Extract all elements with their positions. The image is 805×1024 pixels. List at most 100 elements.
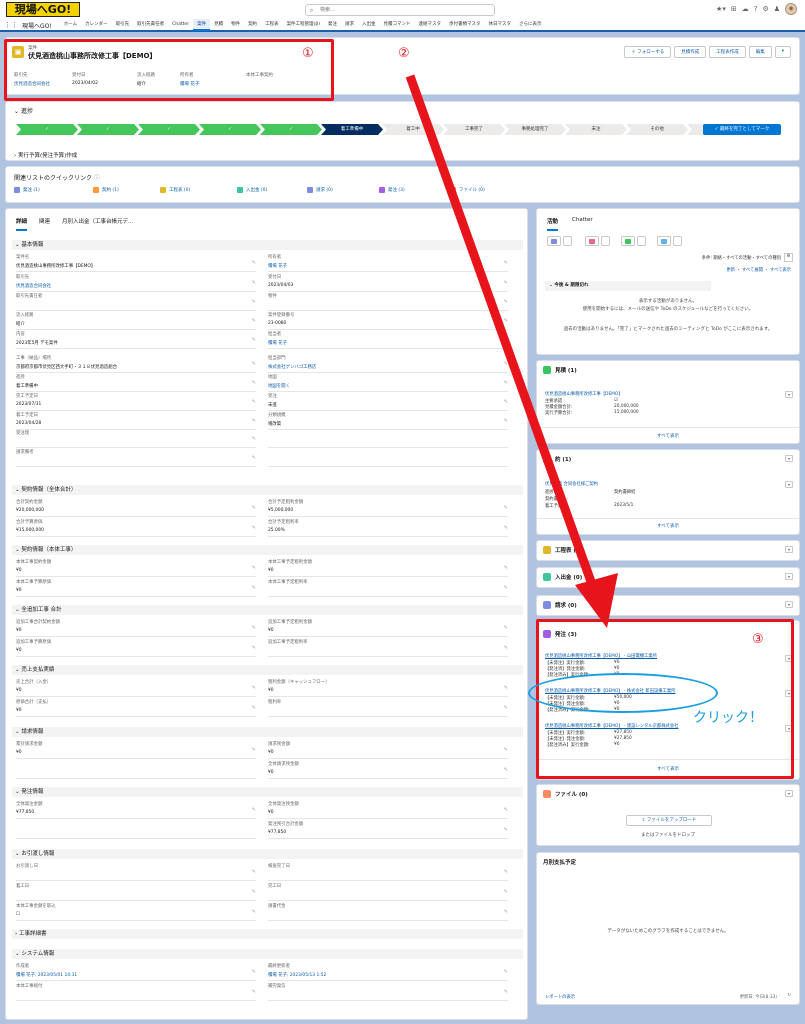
nav-item[interactable]: 請求 xyxy=(341,19,358,31)
estimate-link[interactable]: 伏見酒造桃山事務所改修工事【DEMO】 xyxy=(545,391,623,397)
nav-item[interactable]: Chatter xyxy=(168,19,193,31)
pencil-icon[interactable]: ✎ xyxy=(252,565,256,571)
section-header[interactable]: ⌄ お引渡し情報 xyxy=(12,849,523,859)
pencil-icon[interactable]: ✎ xyxy=(252,625,256,631)
avatar[interactable]: ◉ xyxy=(785,3,797,15)
pencil-icon[interactable]: ✎ xyxy=(252,361,256,367)
detail-tab[interactable]: 関連 xyxy=(39,217,50,231)
nav-item[interactable]: 契約 xyxy=(244,19,261,31)
section-header[interactable]: ⌄ 発注情報 xyxy=(12,787,523,797)
order-list-title[interactable]: 発注 (3) xyxy=(555,630,577,638)
pencil-icon[interactable]: ✎ xyxy=(252,505,256,511)
pencil-icon[interactable]: ✎ xyxy=(504,380,508,386)
path-stage[interactable]: 未注 xyxy=(565,124,627,135)
field-value[interactable]: 積場 花子 xyxy=(268,340,508,346)
quick-link[interactable]: ファイル (0) xyxy=(450,187,485,193)
pencil-icon[interactable]: ✎ xyxy=(504,565,508,571)
nav-item[interactable]: 案件 xyxy=(193,19,211,31)
list-actions-dropdown[interactable]: ▾ xyxy=(785,790,793,797)
pencil-icon[interactable]: ✎ xyxy=(504,909,508,915)
pencil-icon[interactable]: ✎ xyxy=(252,909,256,915)
pencil-icon[interactable]: ✎ xyxy=(504,399,508,405)
row-actions-dropdown[interactable]: ▾ xyxy=(785,725,793,732)
nav-item[interactable]: 発注 xyxy=(324,19,341,31)
list-actions-dropdown[interactable]: ▾ xyxy=(785,455,793,462)
chevron-down-icon[interactable] xyxy=(637,236,646,246)
app-logo[interactable]: 現場へGO! xyxy=(6,2,80,17)
quick-link[interactable]: 発注 (1) xyxy=(14,187,40,193)
field-value[interactable]: 積場 花子, 2023/05/13 1:52 xyxy=(268,972,508,978)
pencil-icon[interactable]: ✎ xyxy=(252,525,256,531)
chevron-down-icon[interactable] xyxy=(563,236,572,246)
nav-item[interactable]: 物件 xyxy=(227,19,244,31)
path-stage[interactable]: ✓ xyxy=(199,124,261,135)
record-action-button[interactable]: ▾ xyxy=(774,46,791,58)
global-search-input[interactable]: ⌕ 検索... xyxy=(305,4,495,16)
nav-item[interactable]: 取引先 xyxy=(112,19,134,31)
path-stage[interactable]: 工事完了 xyxy=(443,124,505,135)
row-actions-dropdown[interactable]: ▾ xyxy=(785,481,793,488)
path-stage[interactable]: ✓ xyxy=(77,124,139,135)
estimate-view-all[interactable]: すべて表示 xyxy=(537,433,799,439)
pencil-icon[interactable]: ✎ xyxy=(504,318,508,324)
pencil-icon[interactable]: ✎ xyxy=(504,525,508,531)
row-actions-dropdown[interactable]: ▾ xyxy=(785,391,793,398)
path-stage[interactable]: ✓ xyxy=(16,124,78,135)
section-header[interactable]: ⌄ 請求情報 xyxy=(12,727,523,737)
pencil-icon[interactable]: ✎ xyxy=(504,889,508,895)
pencil-icon[interactable]: ✎ xyxy=(504,767,508,773)
app-launcher-icon[interactable]: ⋮⋮ xyxy=(4,21,18,29)
section-header[interactable]: › 工事詳細書 xyxy=(12,929,523,939)
pencil-icon[interactable]: ✎ xyxy=(252,869,256,875)
pencil-icon[interactable]: ✎ xyxy=(504,337,508,343)
bell-icon[interactable]: ♟ xyxy=(774,5,780,13)
chevron-down-icon[interactable] xyxy=(601,236,610,246)
nav-item[interactable]: さらに表示 xyxy=(515,19,546,31)
upcoming-header[interactable]: ⌄ 今後 & 期限切れ xyxy=(545,281,711,291)
payments-list-title[interactable]: 入出金 (0) xyxy=(555,573,582,581)
pencil-icon[interactable]: ✎ xyxy=(504,989,508,995)
pencil-icon[interactable]: ✎ xyxy=(504,827,508,833)
pencil-icon[interactable]: ✎ xyxy=(252,645,256,651)
favorites-icon[interactable]: ★▾ xyxy=(716,5,726,13)
pencil-icon[interactable]: ✎ xyxy=(252,280,256,286)
field-value[interactable]: 地図を開く xyxy=(268,383,508,389)
section-header[interactable]: ⌄ 基本情報 xyxy=(12,240,523,250)
path-stage[interactable]: ✓ xyxy=(260,124,322,135)
section-header[interactable]: ⌄ 契約情報（全体合計） xyxy=(12,485,523,495)
field-value[interactable]: 積場 花子 xyxy=(268,263,508,269)
pencil-icon[interactable]: ✎ xyxy=(252,455,256,461)
pencil-icon[interactable]: ✎ xyxy=(504,280,508,286)
path-stage[interactable]: 事務処理完了 xyxy=(504,124,566,135)
field-value[interactable]: 伏見酒造合同会社 xyxy=(16,283,256,289)
path-stage[interactable]: その他 xyxy=(626,124,688,135)
activity-filter[interactable]: 条件: 期絡・すべての活動・すべての種別 xyxy=(702,255,781,261)
order-link[interactable]: 伏見酒造桃山事務所改修工事【DEMO】 - 山田電機工業所 xyxy=(545,653,657,659)
schedule-list-title[interactable]: 工程表 (0) xyxy=(555,546,582,554)
add-icon[interactable]: ⊞ xyxy=(731,5,737,13)
path-stage[interactable]: 着工中 xyxy=(382,124,444,135)
highlight-field-value[interactable]: 積場 花子 xyxy=(180,81,199,87)
pencil-icon[interactable]: ✎ xyxy=(252,299,256,305)
contract-list-title[interactable]: 約 (1) xyxy=(555,455,571,463)
upload-files-button[interactable]: ⇪ ファイルをアップロード xyxy=(626,815,712,826)
contract-view-all[interactable]: すべて表示 xyxy=(537,523,799,529)
nav-item[interactable]: 見積コマンド xyxy=(379,19,414,31)
order-link[interactable]: 伏見酒造桃山事務所改修工事【DEMO】 - 建設レンタル京都株式会社 xyxy=(545,723,678,729)
pencil-icon[interactable]: ✎ xyxy=(504,299,508,305)
section-header[interactable]: ⌄ 全追加工事 合計 xyxy=(12,605,523,615)
pencil-icon[interactable]: ✎ xyxy=(504,361,508,367)
files-list-title[interactable]: ファイル (0) xyxy=(555,790,588,798)
quick-link[interactable]: 工程表 (0) xyxy=(160,187,190,193)
path-section-title[interactable]: ⌄ 進捗 xyxy=(14,106,33,115)
quick-link[interactable]: 発注 (3) xyxy=(379,187,405,193)
pencil-icon[interactable]: ✎ xyxy=(504,585,508,591)
list-actions-dropdown[interactable]: ▾ xyxy=(785,546,793,553)
nav-item[interactable]: 入出金 xyxy=(358,19,380,31)
nav-item[interactable]: 工程表 xyxy=(261,19,283,31)
nav-item[interactable]: 歩付書類マスタ xyxy=(445,19,485,31)
pencil-icon[interactable]: ✎ xyxy=(504,260,508,266)
detail-tab[interactable]: 月別入出金（工事台帳元デ... xyxy=(62,217,133,231)
estimate-list-title[interactable]: 見積 (1) xyxy=(555,366,577,374)
nav-item[interactable]: 案件工程管理(β) xyxy=(283,19,324,31)
